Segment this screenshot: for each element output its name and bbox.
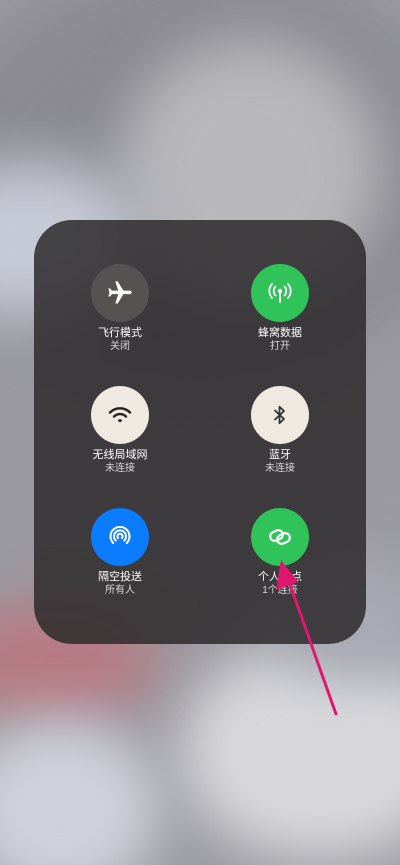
airplane-mode-toggle[interactable]: 飞行模式 关闭: [50, 264, 190, 353]
tile-label: 蜂窝数据: [258, 327, 302, 339]
airdrop-toggle[interactable]: 隔空投送 所有人: [50, 508, 190, 597]
airdrop-icon: [91, 508, 149, 566]
wifi-toggle[interactable]: 无线局域网 未连接: [50, 386, 190, 475]
wifi-icon: [91, 386, 149, 444]
tile-label: 蓝牙: [269, 449, 291, 461]
tile-status: 未连接: [265, 463, 295, 474]
bluetooth-icon: [251, 386, 309, 444]
tile-status: 1个连接: [262, 585, 298, 596]
airplane-icon: [91, 264, 149, 322]
hotspot-link-icon: [251, 508, 309, 566]
tile-status: 关闭: [110, 341, 130, 352]
bluetooth-toggle[interactable]: 蓝牙 未连接: [210, 386, 350, 475]
tile-label: 隔空投送: [98, 571, 142, 583]
tile-label: 无线局域网: [92, 449, 148, 461]
tile-status: 打开: [270, 341, 290, 352]
tile-status: 未连接: [105, 463, 135, 474]
tile-status: 所有人: [105, 585, 135, 596]
cellular-antenna-icon: [251, 264, 309, 322]
tile-label: 个人热点: [258, 571, 302, 583]
cellular-data-toggle[interactable]: 蜂窝数据 打开: [210, 264, 350, 353]
connectivity-panel: 飞行模式 关闭 蜂窝数据 打开 无线局域网 未连接 蓝牙 未连接 隔空投送 所有…: [34, 220, 366, 644]
personal-hotspot-toggle[interactable]: 个人热点 1个连接: [210, 508, 350, 597]
tile-label: 飞行模式: [98, 327, 142, 339]
